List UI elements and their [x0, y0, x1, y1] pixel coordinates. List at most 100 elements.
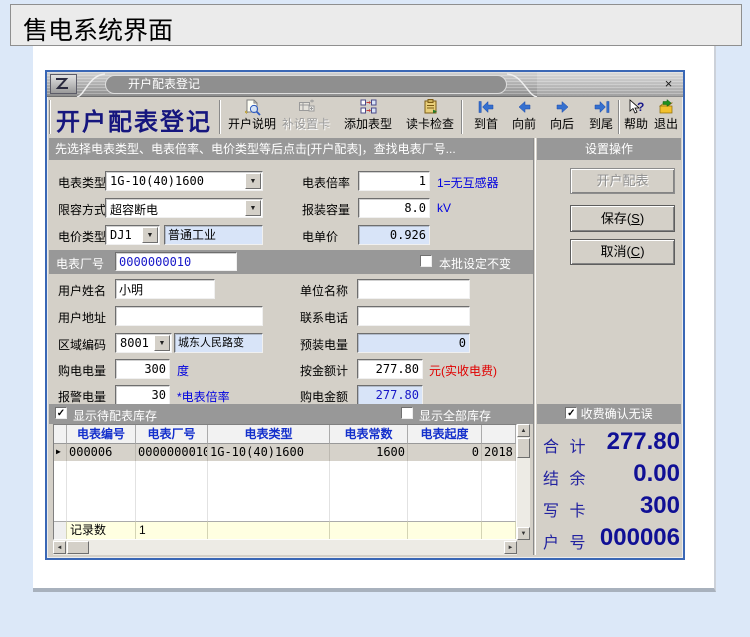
grid-header-extra — [482, 425, 516, 444]
doc-search-icon — [244, 99, 261, 116]
arrow-right-icon: ► — [508, 545, 514, 551]
close-button[interactable]: × — [660, 75, 677, 92]
grid-header-marker — [54, 425, 67, 444]
show-all-stock-checkbox[interactable] — [401, 407, 413, 419]
toolbar-button-help[interactable]: ? 帮助 — [621, 99, 651, 137]
toolbar-button-card-setup[interactable]: 补设置卡 — [281, 99, 331, 137]
show-pending-stock-label: 显示待配表库存 — [73, 407, 157, 424]
arrow-up-icon: ▲ — [521, 428, 527, 434]
balance-row: 结 余 0.00 — [537, 458, 683, 490]
phone-label: 联系电话 — [300, 309, 348, 326]
toolbar-separator — [461, 100, 463, 134]
toolbar-button-open-help[interactable]: 开户说明 — [227, 99, 277, 137]
batch-checkbox[interactable] — [420, 255, 432, 267]
show-pending-stock-checkbox[interactable]: ✓ — [55, 407, 67, 419]
by-amount-input[interactable] — [357, 359, 423, 379]
unit-price-label: 电单价 — [302, 228, 338, 245]
save-button[interactable]: 保存(S) — [570, 205, 675, 232]
grid-horizontal-scrollbar[interactable]: ◄ ► — [53, 540, 517, 555]
page-header: 售电系统界面 — [10, 4, 742, 46]
capacity-input[interactable] — [358, 198, 430, 218]
read-card-icon — [422, 99, 439, 116]
row-marker-icon: ▶ — [54, 444, 67, 461]
grid-header-constant[interactable]: 电表常数 — [330, 425, 408, 444]
user-name-input[interactable] — [115, 279, 215, 299]
cancel-button[interactable]: 取消(C) — [570, 239, 675, 265]
price-type-name-field: 普通工业 — [164, 225, 263, 245]
factory-bar: 电表厂号 本批设定不变 — [49, 250, 533, 274]
meter-type-select[interactable]: 1G-10(40)1600 ▼ — [105, 171, 263, 191]
org-name-label: 单位名称 — [300, 282, 348, 299]
preload-label: 预装电量 — [300, 336, 348, 353]
toolbar-button-last[interactable]: 到尾 — [584, 99, 618, 137]
alarm-qty-hint: *电表倍率 — [177, 388, 230, 405]
vertical-scroll-thumb[interactable] — [517, 438, 530, 458]
limit-mode-select[interactable]: 超容断电 ▼ — [105, 198, 263, 218]
purchase-amount-label: 购电金额 — [300, 388, 348, 405]
alarm-qty-input[interactable] — [115, 385, 170, 405]
totals-panel: 合 计 277.80 结 余 0.00 写 卡 300 户 号 000006 — [537, 426, 683, 556]
fee-confirm-label: 收费确认无误 — [581, 407, 653, 421]
price-type-label: 电价类型 — [58, 228, 106, 245]
toolbar-button-next[interactable]: 向后 — [545, 99, 579, 137]
preload-field: 0 — [357, 333, 470, 353]
record-count-value: 1 — [136, 521, 208, 539]
scroll-right-button[interactable]: ► — [504, 541, 517, 554]
capacity-hint: kV — [437, 201, 451, 215]
dialog-titlebar[interactable]: 开户配表登记 × — [47, 72, 683, 97]
fee-confirm-checkbox[interactable]: ✓ — [565, 407, 577, 419]
phone-input[interactable] — [357, 306, 470, 326]
close-icon: × — [665, 76, 673, 91]
open-account-button[interactable]: 开户配表 — [570, 168, 675, 194]
grid-footer-row: 记录数 1 — [54, 521, 516, 539]
grid-header-start-reading[interactable]: 电表起度 — [408, 425, 482, 444]
grid-header-meter-no[interactable]: 电表编号 — [67, 425, 136, 444]
chevron-down-icon[interactable]: ▼ — [154, 335, 170, 351]
capacity-label: 报装容量 — [302, 201, 350, 218]
factory-input[interactable] — [115, 252, 237, 271]
toolbar-button-add-meter-type[interactable]: 添加表型 — [343, 99, 393, 137]
grid-header-meter-type[interactable]: 电表类型 — [208, 425, 330, 444]
help-icon: ? — [628, 99, 645, 116]
hint-bar: 先选择电表类型、电表倍率、电价类型等后点击[开户配表]，查找电表厂号... — [49, 138, 533, 160]
check-icon: ✓ — [57, 408, 65, 419]
scroll-down-button[interactable]: ▼ — [517, 527, 530, 540]
table-row[interactable]: ▶ 000006 0000000010 1G-10(40)1600 1600 0… — [54, 444, 516, 461]
toolbar-button-exit[interactable]: 退出 — [651, 99, 681, 137]
meter-type-label: 电表类型 — [58, 174, 106, 191]
screen: 售电系统界面 开户配表登记 × 开户配表登记 — [0, 0, 750, 637]
chevron-down-icon[interactable]: ▼ — [245, 200, 261, 216]
svg-text:?: ? — [637, 100, 644, 114]
window-logo-icon — [50, 74, 77, 94]
scroll-up-button[interactable]: ▲ — [517, 424, 530, 437]
purchase-qty-label: 购电电量 — [58, 362, 106, 379]
grid-header-factory-no[interactable]: 电表厂号 — [136, 425, 208, 444]
address-label: 用户地址 — [58, 309, 106, 326]
chevron-down-icon[interactable]: ▼ — [142, 227, 158, 243]
grid-vertical-scrollbar[interactable]: ▲ ▼ — [517, 424, 530, 540]
page-title: 售电系统界面 — [23, 11, 173, 47]
dialog-window: 开户配表登记 × 开户配表登记 开户说明 — [45, 70, 685, 560]
nav-prev-icon — [516, 99, 533, 116]
horizontal-scroll-thumb[interactable] — [67, 541, 89, 554]
toolbar-button-first[interactable]: 到首 — [469, 99, 503, 137]
record-count-label: 记录数 — [67, 521, 136, 539]
nav-next-icon — [554, 99, 571, 116]
exit-icon — [658, 99, 675, 116]
purchase-qty-input[interactable] — [115, 359, 170, 379]
org-name-input[interactable] — [357, 279, 470, 299]
fee-confirm-bar: ✓ 收费确认无误 — [537, 404, 681, 424]
region-code-label: 区域编码 — [58, 336, 106, 353]
nav-last-icon — [593, 99, 610, 116]
toolbar-button-prev[interactable]: 向前 — [507, 99, 541, 137]
by-amount-label: 按金额计 — [300, 362, 348, 379]
ratio-input[interactable] — [358, 171, 430, 191]
scroll-left-button[interactable]: ◄ — [53, 541, 66, 554]
region-code-select[interactable]: 8001 ▼ — [115, 333, 172, 353]
arrow-left-icon: ◄ — [57, 545, 63, 551]
by-amount-hint: 元(实收电费) — [429, 362, 497, 379]
address-input[interactable] — [115, 306, 263, 326]
toolbar-button-read-card-check[interactable]: 读卡检查 — [403, 99, 457, 137]
price-type-select[interactable]: DJ1 ▼ — [105, 225, 160, 245]
chevron-down-icon[interactable]: ▼ — [245, 173, 261, 189]
